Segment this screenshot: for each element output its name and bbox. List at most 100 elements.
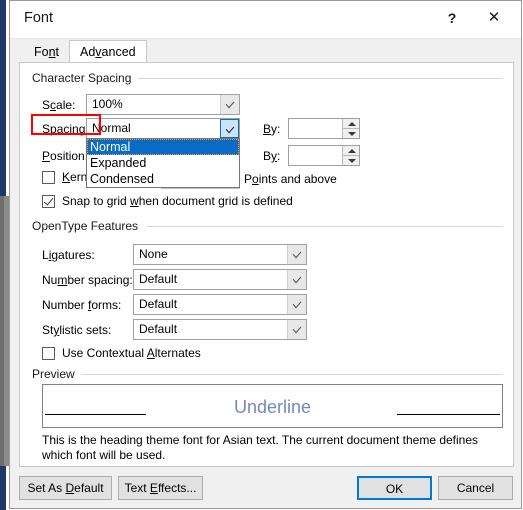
text-effects-label-pre: Text [124,481,150,495]
position-label-post: osition: [50,149,89,163]
dialog-title: Font [24,10,54,26]
chevron-down-icon[interactable] [287,270,306,289]
character-spacing-group-label: Character Spacing [32,71,138,85]
preview-group-label: Preview [32,367,81,381]
chevron-down-icon[interactable] [220,95,239,114]
spacing-label: Spacing: [42,122,89,136]
ligatures-value: None [139,247,168,261]
tab-advanced-label-post: anced [101,45,136,59]
spacing-option-condensed[interactable]: Condensed [87,171,239,187]
kerning-suffix-pre: P [244,172,253,186]
contextual-alternates-label-accel: A [146,346,155,360]
snap-to-grid-label: Snap to grid when document grid is defin… [62,194,293,208]
spacing-label-accel: S [42,122,51,136]
spacing-option-expanded[interactable]: Expanded [87,155,239,171]
ligatures-label-post: gatures: [51,248,95,262]
snap-to-grid-label-pre: Snap to grid [62,194,131,208]
scale-combobox[interactable]: 100% [86,94,240,115]
stylistic-sets-value: Default [139,322,178,336]
number-forms-label: Number forms: [42,298,121,312]
chevron-down-icon[interactable] [220,119,239,138]
chevron-down-icon[interactable] [287,245,306,264]
tab-font-label-accel: n [48,45,56,59]
tab-strip: Font Advanced [10,39,521,63]
position-by-spin-buttons[interactable] [342,146,359,165]
scale-label-pre: S [42,98,51,112]
contextual-alternates-checkbox[interactable] [42,346,55,360]
number-spacing-label-post: ber spacing: [67,273,133,287]
snap-to-grid-checkbox[interactable] [42,194,55,208]
position-by-label: By: [263,149,280,163]
number-spacing-label: Number spacing: [42,273,133,287]
snap-to-grid-label-accel: w [130,194,139,208]
help-icon[interactable]: ? [437,4,467,32]
character-spacing-group-rule [138,78,503,79]
tab-font[interactable]: Font [24,41,70,63]
set-as-default-button[interactable]: Set As Default [19,476,112,500]
number-forms-combobox[interactable]: Default [133,294,307,315]
number-spacing-combobox[interactable]: Default [133,269,307,290]
preview-rule-right [397,414,500,416]
contextual-alternates-label-post: lternates [154,346,201,360]
kerning-suffix-accel: o [252,172,259,186]
number-spacing-label-accel: m [57,273,68,287]
contextual-alternates-label: Use Contextual Alternates [62,346,201,360]
spacing-combobox[interactable]: Normal [86,118,240,139]
ligatures-label-pre: L [42,248,49,262]
number-spacing-label-pre: Nu [42,273,58,287]
cancel-button[interactable]: Cancel [438,476,513,500]
chevron-down-icon[interactable] [287,320,306,339]
tab-font-label-post: t [55,45,60,59]
snap-to-grid-checkbox-row[interactable]: Snap to grid when document grid is defin… [42,194,293,208]
spacing-by-stepper[interactable] [288,118,360,139]
stylistic-sets-label: Stylistic sets: [42,323,111,337]
dialog-titlebar: Font ? ✕ [10,1,521,39]
snap-to-grid-label-post: hen document grid is defined [138,194,293,208]
number-forms-label-post: orms: [91,298,122,312]
spacing-label-post: pacing: [50,122,89,136]
text-effects-label-accel: E [149,481,158,495]
spacing-by-label-post: y: [271,122,281,136]
kerning-label-accel: K [62,170,71,184]
advanced-tab-panel: Character Spacing Scale: 100% Spacing: N… [19,62,514,467]
spacing-value: Normal [92,121,131,135]
ligatures-combobox[interactable]: None [133,244,307,265]
ligatures-label: Ligatures: [42,248,95,262]
close-icon[interactable]: ✕ [479,4,509,32]
kerning-suffix-post: ints and above [258,172,337,186]
spin-down-icon[interactable] [343,129,359,138]
tab-font-label-pre: Fo [34,45,49,59]
contextual-alternates-checkbox-row[interactable]: Use Contextual Alternates [42,346,201,360]
spin-up-icon[interactable] [343,146,359,156]
set-as-default-label-accel: D [65,481,75,495]
set-as-default-label-post: efault [74,481,104,495]
stylistic-sets-combobox[interactable]: Default [133,319,307,340]
ok-button[interactable]: OK [357,476,432,500]
stylistic-sets-label-post: listic sets: [59,323,112,337]
text-effects-button[interactable]: Text Effects... [118,476,203,500]
spacing-option-normal[interactable]: Normal [87,139,239,155]
position-by-stepper[interactable] [288,145,360,166]
number-spacing-value: Default [139,272,178,286]
spacing-by-label: By: [263,122,280,136]
tab-advanced[interactable]: Advanced [69,40,147,63]
chevron-down-icon[interactable] [287,295,306,314]
spin-up-icon[interactable] [343,119,359,129]
spacing-by-spin-buttons[interactable] [342,119,359,138]
kerning-checkbox[interactable] [42,170,55,184]
preview-description: This is the heading theme font for Asian… [42,433,479,462]
preview-group-rule [81,374,503,375]
opentype-group-rule [147,226,503,227]
set-as-default-label-pre: Set As [27,481,66,495]
text-effects-label-post: ffects... [157,481,197,495]
tab-advanced-label-pre: Ad [80,45,96,59]
spin-down-icon[interactable] [343,156,359,165]
background-document-edge-dark [0,196,4,466]
position-by-label-post: : [277,149,281,163]
scale-value: 100% [92,97,123,111]
spacing-dropdown-list[interactable]: Normal Expanded Condensed [86,138,240,188]
opentype-group-label: OpenType Features [32,219,145,233]
stylistic-sets-label-pre: St [42,323,54,337]
position-by-label-pre: B [263,149,272,163]
font-dialog: Font ? ✕ Font Advanced Character Spacing… [9,0,522,509]
